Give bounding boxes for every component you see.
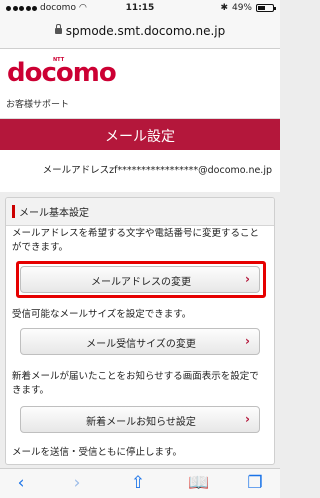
button-label: メール受信サイズの変更 — [86, 339, 196, 350]
site-header: NTT docomo — [0, 49, 280, 91]
change-mail-address-button[interactable]: メールアドレスの変更 › — [20, 266, 260, 293]
support-link[interactable]: お客様サポート — [6, 97, 69, 110]
page-title-banner: メール設定 — [0, 119, 280, 150]
bluetooth-icon: ✱ — [220, 3, 228, 13]
button-label: 新着メールお知らせ設定 — [86, 417, 196, 428]
change-receive-size-button[interactable]: メール受信サイズの変更 › — [20, 328, 260, 355]
chevron-right-icon: › — [245, 412, 250, 426]
battery-fill — [258, 6, 265, 10]
mail-address: メールアドレスzf*****************@docomo.ne.jp — [42, 165, 272, 176]
status-bar: docomo ◠ 11:15 ✱ 49% — [0, 0, 280, 18]
lock-icon — [54, 24, 62, 34]
button-label: メールアドレスの変更 — [91, 277, 191, 288]
new-mail-notification-button[interactable]: 新着メールお知らせ設定 › — [20, 406, 260, 433]
panel-header: メール基本設定 — [6, 198, 274, 226]
item-description: 新着メールが届いたことをお知らせする画面表示を設定できます。 — [12, 371, 259, 396]
battery-group: ✱ 49% — [220, 3, 276, 13]
chevron-right-icon: › — [245, 272, 250, 286]
tabs-icon[interactable]: ❐ — [244, 473, 266, 493]
item-description: 受信可能なメールサイズを設定できます。 — [12, 309, 192, 320]
section-accent-bar — [12, 205, 15, 218]
bookmarks-icon[interactable]: 📖 — [188, 473, 210, 493]
item-description: メールを送信・受信ともに停止します。 — [12, 447, 183, 458]
browser-address-bar[interactable]: spmode.smt.docomo.ne.jp — [0, 18, 280, 49]
forward-icon[interactable]: › — [66, 473, 88, 493]
item-description: メールアドレスを希望する文字や電話番号に変更することができます。 — [12, 228, 260, 253]
section-title: メール基本設定 — [19, 208, 89, 219]
battery-icon — [256, 4, 276, 12]
page-title: メール設定 — [105, 129, 175, 145]
breadcrumb: お客様サポート — [0, 91, 280, 119]
browser-toolbar: ‹ › ⇧ 📖 ❐ — [0, 468, 280, 498]
share-icon[interactable]: ⇧ — [127, 473, 149, 493]
mail-settings-panel: メール基本設定 メールアドレスを希望する文字や電話番号に変更することができます。… — [5, 197, 275, 465]
battery-percent: 49% — [231, 3, 252, 13]
url-field[interactable]: spmode.smt.docomo.ne.jp — [0, 24, 280, 38]
url-text: spmode.smt.docomo.ne.jp — [65, 24, 226, 38]
back-icon[interactable]: ‹ — [10, 473, 32, 493]
mail-address-row: メールアドレスzf*****************@docomo.ne.jp — [0, 150, 280, 192]
docomo-logo[interactable]: docomo — [7, 58, 117, 88]
chevron-right-icon: › — [245, 334, 250, 348]
